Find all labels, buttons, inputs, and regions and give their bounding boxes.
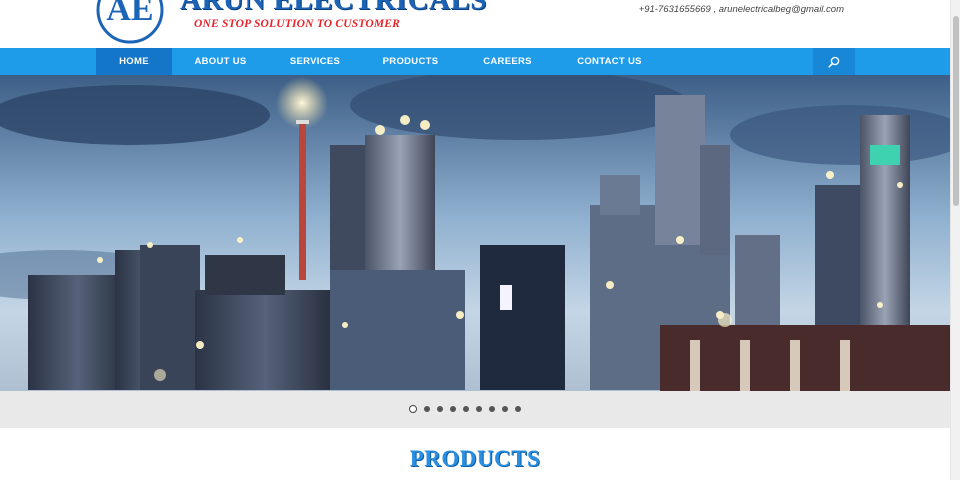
slider-dot-7[interactable] [489, 406, 495, 412]
slider-dot-8[interactable] [502, 406, 508, 412]
slider-dot-5[interactable] [463, 406, 469, 412]
slider-dot-9[interactable] [515, 406, 521, 412]
nav-item-services[interactable]: SERVICES [269, 48, 361, 75]
nav-menu: HOME ABOUT US SERVICES PRODUCTS CAREERS … [96, 48, 664, 75]
nav-item-home[interactable]: HOME [96, 48, 172, 75]
nav-item-about-us[interactable]: ABOUT US [172, 48, 269, 75]
slider-dot-3[interactable] [437, 406, 443, 412]
nav-item-products[interactable]: PRODUCTS [361, 48, 460, 75]
search-icon [828, 56, 840, 68]
slider-dot-6[interactable] [476, 406, 482, 412]
products-section: PRODUCTS [0, 428, 950, 480]
page-scrollbar[interactable] [950, 0, 960, 480]
nav-item-careers[interactable]: CAREERS [460, 48, 555, 75]
slider-pagination [0, 391, 950, 428]
site-logo[interactable]: AE ARUN ELECTRICALS ONE STOP SOLUTION TO… [96, 0, 486, 46]
logo-mark-icon: AE [96, 0, 164, 44]
slider-dot-4[interactable] [450, 406, 456, 412]
slider-dots [409, 405, 521, 413]
site-header: AE ARUN ELECTRICALS ONE STOP SOLUTION TO… [0, 0, 950, 48]
nav-item-contact-us[interactable]: CONTACT US [555, 48, 664, 75]
scrollbar-thumb[interactable] [953, 16, 959, 206]
brand-tagline: ONE STOP SOLUTION TO CUSTOMER [194, 18, 401, 30]
hero-image [0, 75, 950, 391]
logo-initials: AE [106, 0, 153, 28]
page: AE ARUN ELECTRICALS ONE STOP SOLUTION TO… [0, 0, 960, 480]
hero-slider[interactable] [0, 75, 950, 391]
brand-name: ARUN ELECTRICALS [180, 0, 487, 16]
main-navbar: HOME ABOUT US SERVICES PRODUCTS CAREERS … [0, 48, 950, 75]
contact-info[interactable]: +91-7631655669 , arunelectricalbeg@gmail… [639, 4, 844, 15]
slider-dot-1[interactable] [409, 405, 417, 413]
slider-dot-2[interactable] [424, 406, 430, 412]
search-button[interactable] [813, 48, 855, 75]
products-heading: PRODUCTS [409, 446, 541, 471]
